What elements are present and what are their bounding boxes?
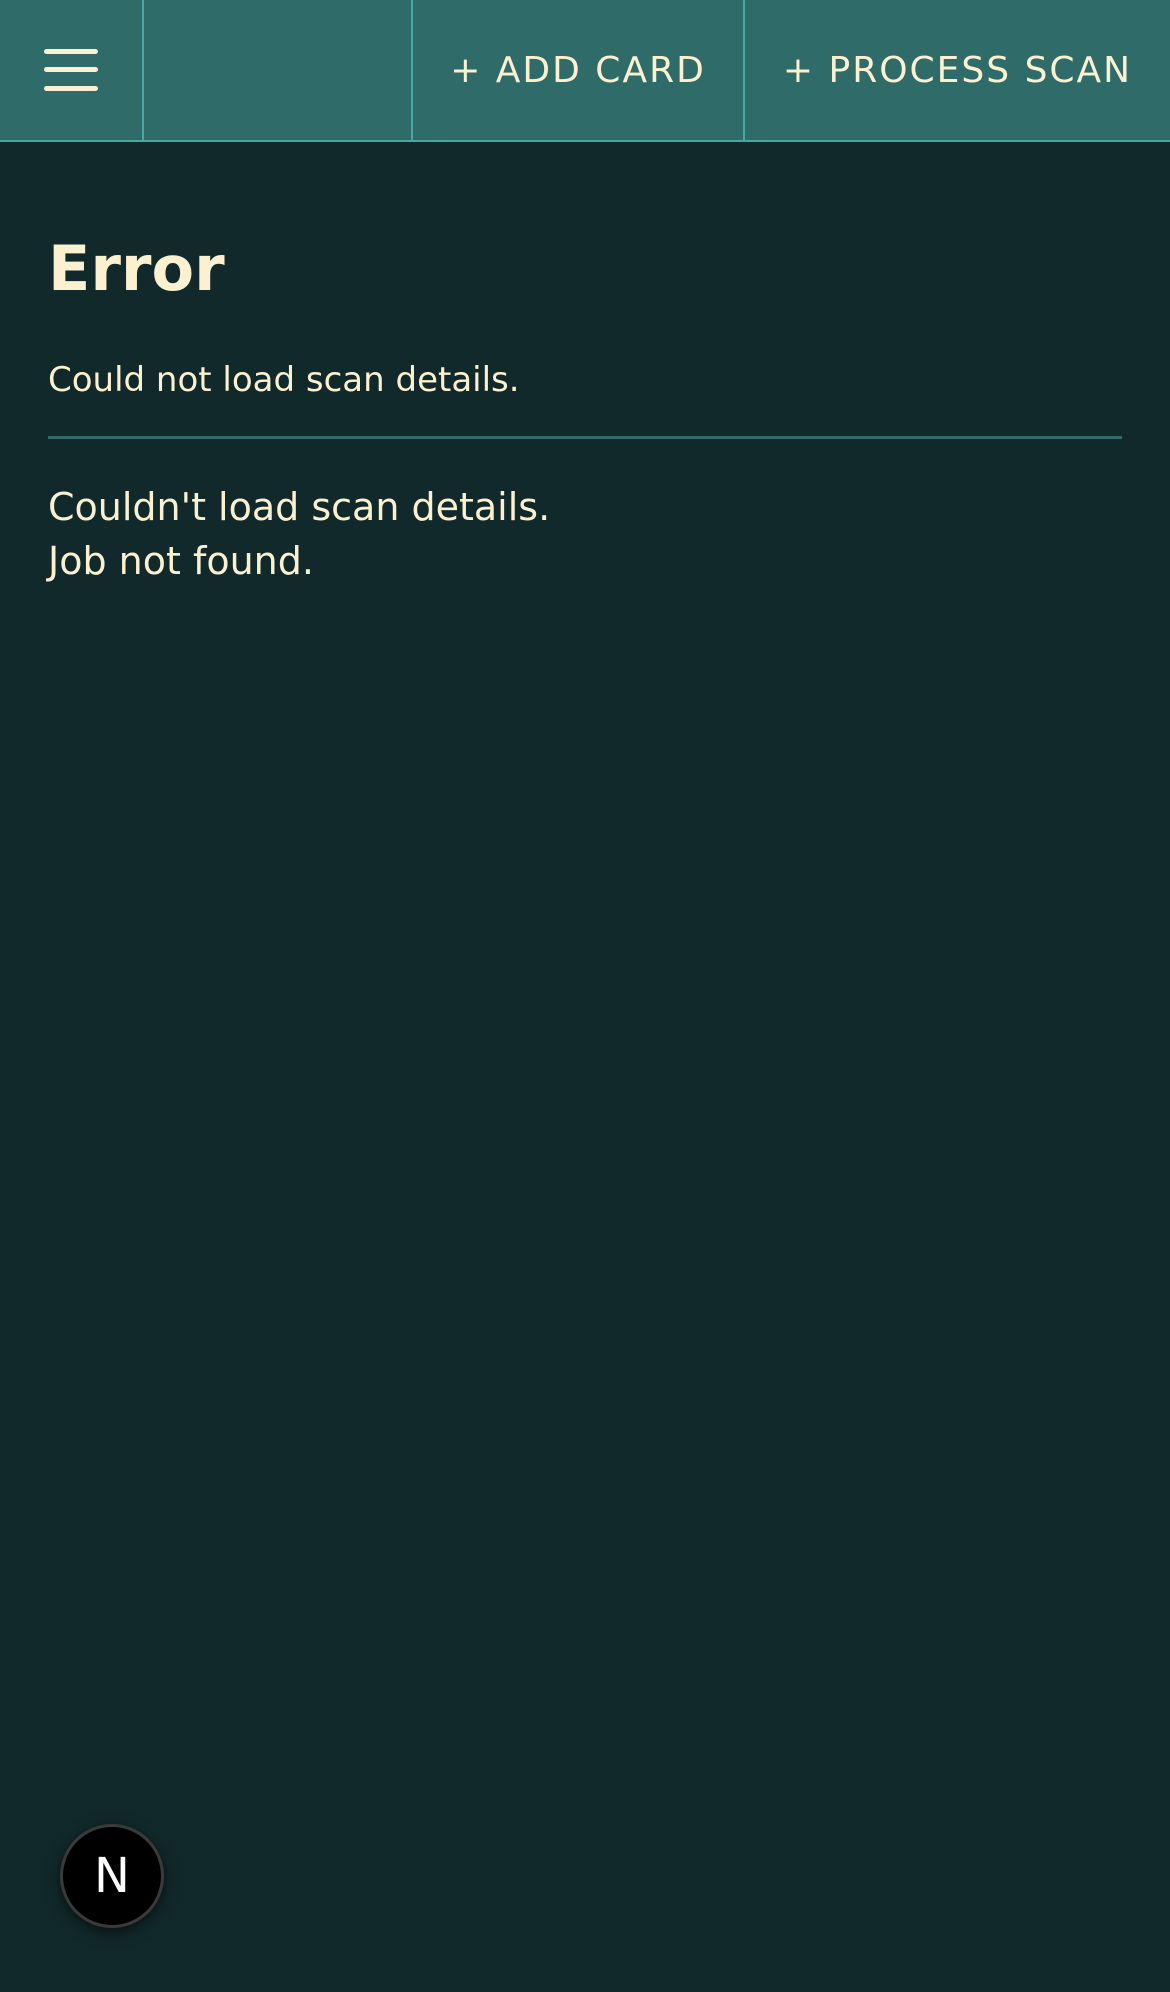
error-detail-line: Job not found. <box>48 539 314 583</box>
add-card-button[interactable]: + ADD CARD <box>413 0 745 140</box>
menu-button[interactable] <box>0 0 144 140</box>
top-navigation-bar: + ADD CARD + PROCESS SCAN <box>0 0 1170 142</box>
process-scan-button[interactable]: + PROCESS SCAN <box>745 0 1170 140</box>
nextjs-logo-icon: N <box>94 1848 130 1904</box>
error-message: Couldn't load scan details. Job not foun… <box>48 480 550 588</box>
add-card-label: + ADD CARD <box>450 49 706 91</box>
nextjs-dev-tools-button[interactable]: N <box>60 1824 164 1928</box>
page-title: Error <box>48 232 225 305</box>
error-message-line: Couldn't load scan details. <box>48 485 551 529</box>
hamburger-menu-icon <box>44 49 98 91</box>
divider <box>48 436 1122 439</box>
page-subtitle: Could not load scan details. <box>48 360 520 400</box>
process-scan-label: + PROCESS SCAN <box>782 49 1133 91</box>
header-spacer <box>144 0 413 140</box>
